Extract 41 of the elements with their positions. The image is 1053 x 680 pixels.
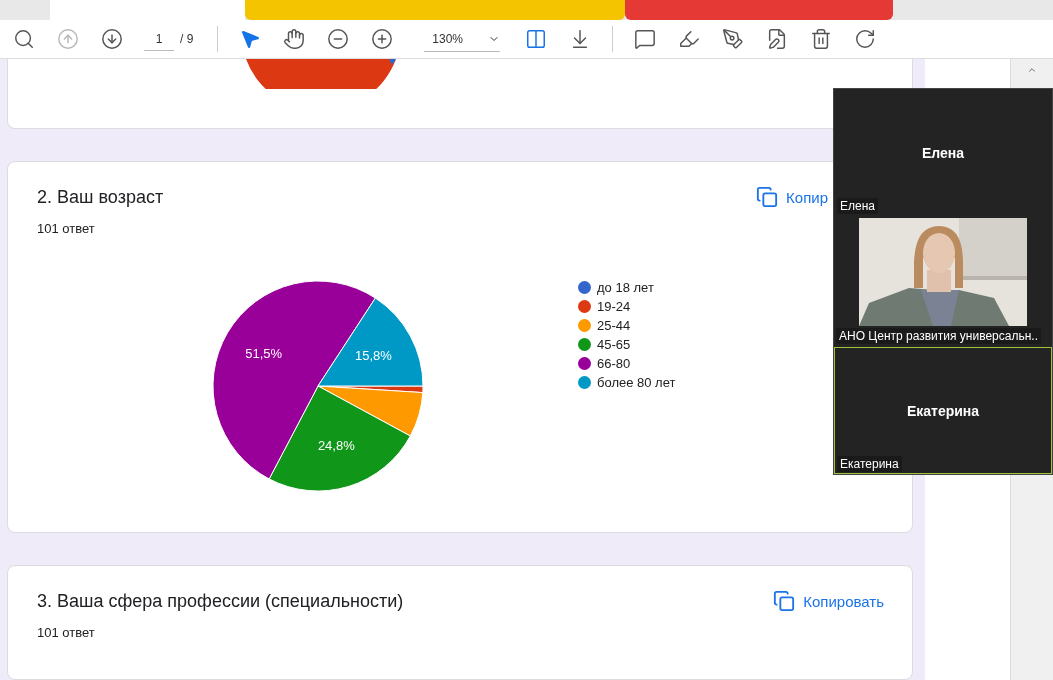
participant-tile[interactable]: Екатерина Екатерина [834,347,1052,474]
legend-label: до 18 лет [597,280,654,295]
response-count: 101 ответ [36,220,96,236]
rotate-icon [854,28,877,50]
question-title: 2. Ваш возраст [37,186,164,208]
fit-page-icon [525,28,548,50]
hand-icon [283,28,306,50]
legend-label: более 80 лет [597,375,676,390]
copy-icon [773,590,796,612]
participant-label: Екатерина [837,456,902,472]
participant-name: Екатерина [906,402,980,419]
participant-label: АНО Центр развития универсальн.. [836,328,1041,344]
highlighter-icon [678,28,701,50]
question-title: 3. Ваша сфера профессии (специальности) [37,590,404,612]
legend-label: 45-65 [597,337,631,352]
response-count: 101 ответ [36,624,96,640]
arrow-up-icon [57,28,79,50]
participant-label: Елена [837,198,878,214]
page-count: / 9 [180,32,194,46]
legend-label: 25-44 [597,318,631,333]
copy-icon [756,186,779,208]
pen-icon [722,28,745,50]
copy-button[interactable]: Копировать [773,590,884,612]
trash-icon [810,28,833,50]
search-icon [13,28,35,50]
pointer-icon [239,28,262,50]
participant-tile[interactable]: Елена Елена [834,89,1052,216]
legend-label: 19-24 [597,299,631,314]
slice-label: 51,5% [245,346,283,362]
page-field[interactable]: 1 [144,27,174,51]
slice-label: 15,8% [354,348,392,363]
comment-icon [634,28,657,50]
arrow-down-icon [101,28,123,50]
zoom-dropdown[interactable]: 130% [424,26,501,52]
copy-button[interactable]: Копир [756,186,828,208]
minus-icon [327,28,350,50]
legend-label: 66-80 [597,356,631,371]
slice-label: 24,8% [317,438,355,454]
participant-name: Елена [921,144,965,161]
scroll-up-icon[interactable] [1027,65,1037,75]
plus-icon [371,28,394,50]
